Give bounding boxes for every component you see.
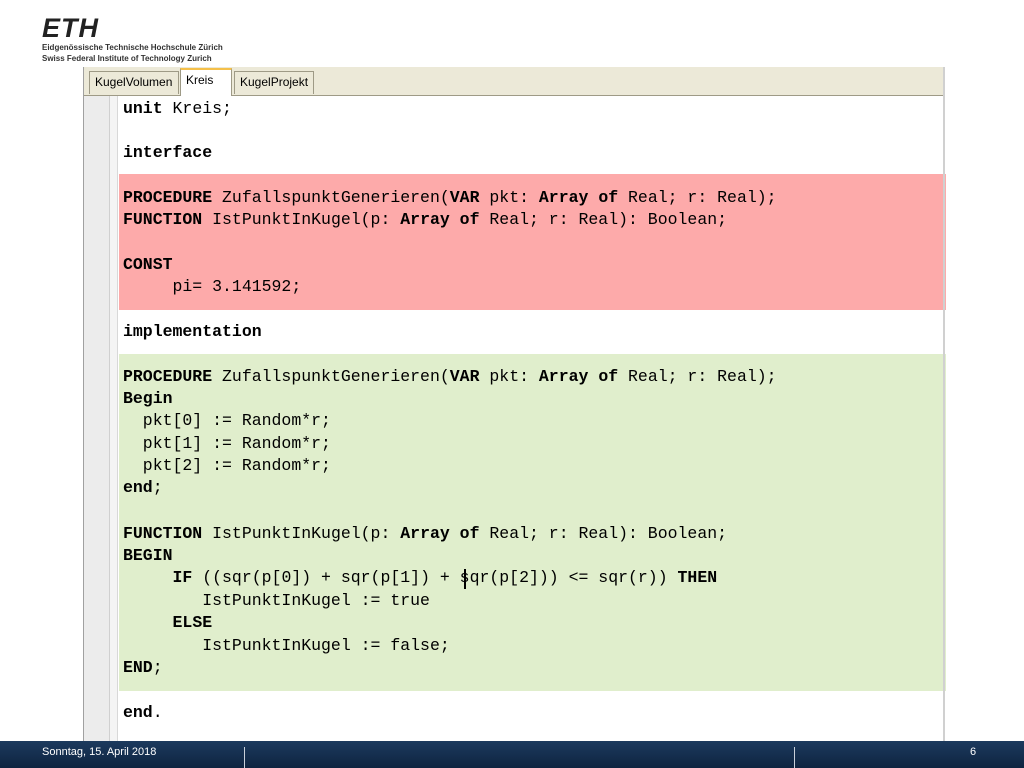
code-line: IstPunktInKugel := true [123, 590, 430, 612]
code-line: PROCEDURE ZufallspunktGenerieren(VAR pkt… [123, 366, 777, 388]
code-text: IstPunktInKugel(p: [202, 524, 401, 543]
tab-bar: KugelVolumen Kreis KugelProjekt [84, 67, 944, 96]
code-text: ; [152, 478, 163, 497]
code-text: pkt[0] := Random*r; [123, 411, 331, 430]
code-text: Real; r: Real); [618, 367, 777, 386]
code-line: BEGIN [123, 545, 173, 567]
keyword: unit [123, 99, 163, 118]
keyword: Array of [400, 524, 480, 543]
keyword: end [123, 478, 153, 497]
code-line: CONST [123, 254, 173, 276]
code-line: IF ((sqr(p[0]) + sqr(p[1]) + sqr(p[2])) … [123, 567, 718, 589]
logo-line-german: Eidgenössische Technische Hochschule Zür… [42, 43, 223, 52]
code-text: IstPunktInKugel(p: [202, 210, 401, 229]
eth-logo: ETH Eidgenössische Technische Hochschule… [42, 14, 262, 64]
keyword: THEN [677, 568, 718, 587]
code-text: ZufallspunktGenerieren( [212, 367, 450, 386]
logo-wordmark: ETH [42, 13, 99, 43]
code-line: IstPunktInKugel := false; [123, 635, 450, 657]
tab-kugelvolumen[interactable]: KugelVolumen [89, 71, 179, 94]
editor-right-border [943, 67, 945, 743]
code-line: ELSE [123, 612, 213, 634]
keyword: interface [123, 143, 213, 162]
code-line: unit Kreis; [123, 98, 232, 120]
slide-footer: Sonntag, 15. April 2018 6 [0, 741, 1024, 768]
code-line: FUNCTION IstPunktInKugel(p: Array of Rea… [123, 209, 727, 231]
code-line: end. [123, 702, 163, 724]
code-text: ((sqr(p[0]) + sqr(p[1]) + sqr(p[2])) <= … [192, 568, 678, 587]
code-line: Begin [123, 388, 173, 410]
editor-fold-margin [110, 96, 118, 743]
keyword: Array of [538, 367, 619, 386]
keyword: VAR [449, 188, 480, 207]
code-line: END; [123, 657, 163, 679]
keyword: PROCEDURE [123, 188, 213, 207]
keyword: end [123, 703, 153, 722]
code-text: pkt[1] := Random*r; [123, 434, 331, 453]
code-text: pkt: [479, 367, 539, 386]
code-editor[interactable]: KugelVolumen Kreis KugelProjekt unit Kre… [83, 67, 946, 743]
footer-divider [794, 747, 795, 768]
code-text: ZufallspunktGenerieren( [212, 188, 450, 207]
editor-gutter [84, 96, 110, 743]
footer-date: Sonntag, 15. April 2018 [42, 746, 157, 758]
code-text: Kreis; [162, 99, 232, 118]
keyword: FUNCTION [123, 524, 203, 543]
code-line: pkt[0] := Random*r; [123, 410, 331, 432]
code-line: end; [123, 477, 163, 499]
keyword: implementation [123, 322, 262, 341]
keyword: Array of [400, 210, 480, 229]
tab-kugelprojekt[interactable]: KugelProjekt [234, 71, 314, 94]
code-text: Real; r: Real): Boolean; [479, 524, 728, 543]
code-text: pkt[2] := Random*r; [123, 456, 331, 475]
code-text: pi= 3.141592; [123, 277, 302, 296]
code-text: ; [152, 658, 163, 677]
code-text: IstPunktInKugel := true [123, 591, 430, 610]
code-text: . [152, 703, 163, 722]
keyword: PROCEDURE [123, 367, 213, 386]
keyword: IF [172, 568, 193, 587]
code-line: PROCEDURE ZufallspunktGenerieren(VAR pkt… [123, 187, 777, 209]
keyword: VAR [449, 367, 480, 386]
page-number: 6 [970, 746, 977, 758]
code-line: pkt[2] := Random*r; [123, 455, 331, 477]
footer-divider [244, 747, 245, 768]
code-text: pkt: [479, 188, 539, 207]
keyword: END [123, 658, 153, 677]
code-text: Real; r: Real): Boolean; [479, 210, 728, 229]
code-text: IstPunktInKugel := false; [123, 636, 450, 655]
keyword: Begin [123, 389, 173, 408]
code-line: pi= 3.141592; [123, 276, 302, 298]
keyword: FUNCTION [123, 210, 203, 229]
code-line: implementation [123, 321, 262, 343]
code-line: interface [123, 142, 212, 164]
keyword: BEGIN [123, 546, 173, 565]
logo-line-english: Swiss Federal Institute of Technology Zu… [42, 54, 212, 63]
text-caret [464, 569, 466, 589]
code-line: FUNCTION IstPunktInKugel(p: Array of Rea… [123, 523, 727, 545]
keyword: Array of [538, 188, 619, 207]
code-text: Real; r: Real); [618, 188, 777, 207]
tab-kreis[interactable]: Kreis [180, 68, 232, 96]
keyword: ELSE [172, 613, 213, 632]
code-line: pkt[1] := Random*r; [123, 433, 331, 455]
keyword: CONST [123, 255, 173, 274]
